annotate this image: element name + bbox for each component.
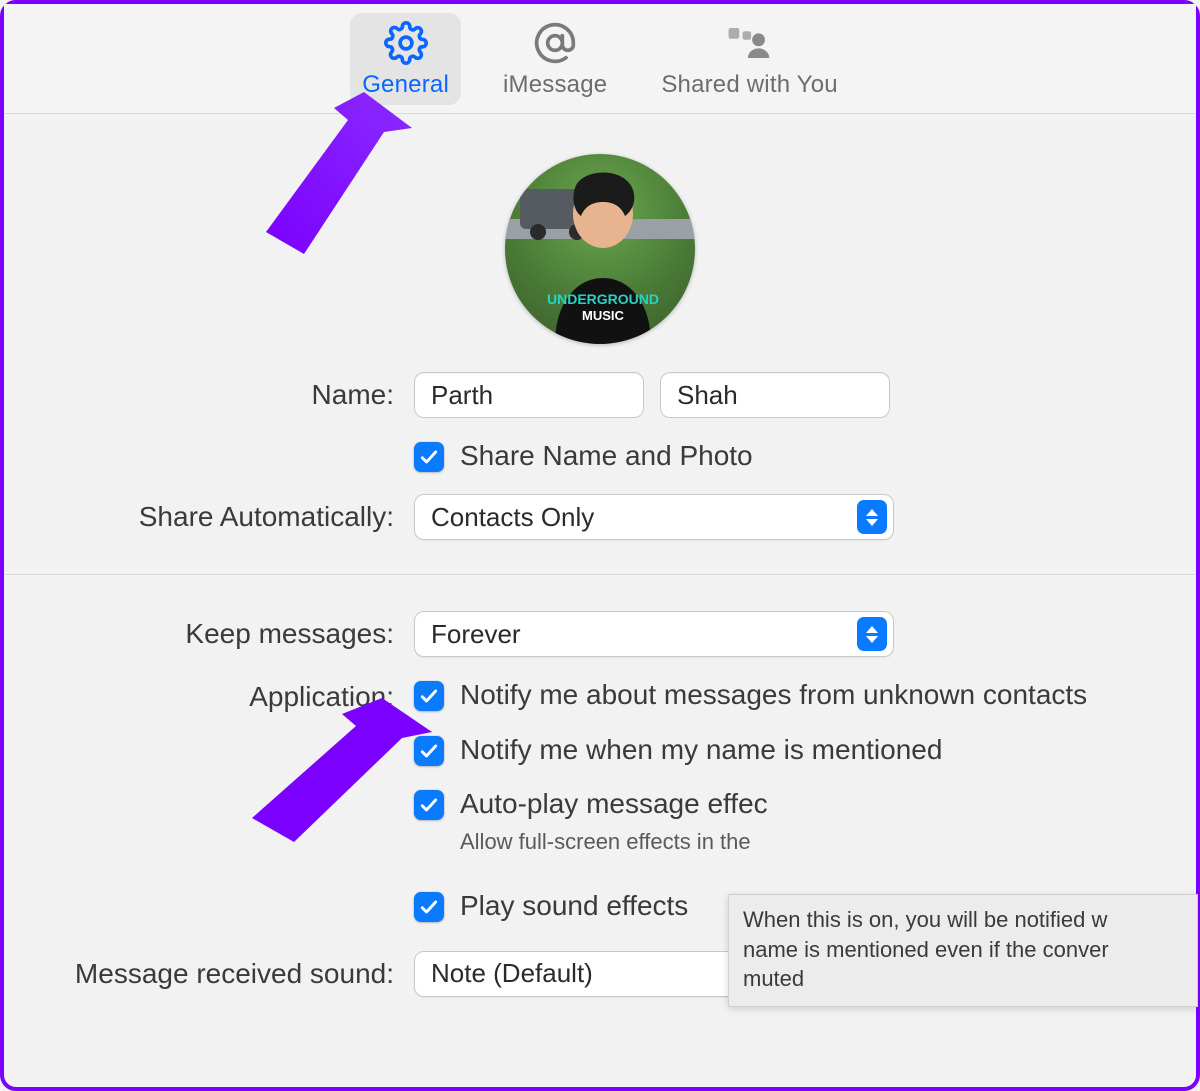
svg-text:UNDERGROUND: UNDERGROUND xyxy=(547,291,659,307)
tooltip-line3: muted xyxy=(743,964,1183,994)
section-divider xyxy=(4,574,1196,575)
tab-shared-with-you[interactable]: Shared with You xyxy=(649,13,849,105)
message-sound-label: Message received sound: xyxy=(14,958,394,990)
tab-shared-label: Shared with You xyxy=(661,71,837,99)
notify-unknown-checkbox[interactable] xyxy=(414,681,444,711)
notify-mention-row: Notify me when my name is mentioned xyxy=(414,732,1087,768)
keep-messages-label: Keep messages: xyxy=(14,618,394,650)
first-name-field[interactable] xyxy=(414,372,644,418)
message-sound-value: Note (Default) xyxy=(431,958,593,989)
notify-mention-checkbox[interactable] xyxy=(414,736,444,766)
notify-unknown-label: Notify me about messages from unknown co… xyxy=(460,677,1087,713)
name-row: Name: xyxy=(14,372,1186,418)
share-automatically-label: Share Automatically: xyxy=(14,501,394,533)
keep-messages-value: Forever xyxy=(431,619,521,650)
application-label: Application: xyxy=(14,677,394,713)
last-name-field[interactable] xyxy=(660,372,890,418)
keep-messages-select[interactable]: Forever xyxy=(414,611,894,657)
autoplay-effects-checkbox[interactable] xyxy=(414,790,444,820)
keep-messages-row: Keep messages: Forever xyxy=(14,611,1186,657)
share-automatically-row: Share Automatically: Contacts Only xyxy=(14,494,1186,540)
share-name-photo-label: Share Name and Photo xyxy=(460,438,753,474)
tab-general[interactable]: General xyxy=(350,13,461,105)
people-icon xyxy=(728,21,772,65)
mention-tooltip: When this is on, you will be notified w … xyxy=(728,894,1198,1007)
name-label: Name: xyxy=(14,379,394,411)
autoplay-effects-label: Auto-play message effec xyxy=(460,786,768,822)
tab-general-label: General xyxy=(362,71,449,99)
share-name-photo-checkbox[interactable] xyxy=(414,442,444,472)
preferences-toolbar: General iMessage Shared with You xyxy=(4,4,1196,114)
tooltip-line1: When this is on, you will be notified w xyxy=(743,905,1183,935)
notify-unknown-row: Notify me about messages from unknown co… xyxy=(414,677,1087,713)
at-icon xyxy=(533,21,577,65)
share-automatically-value: Contacts Only xyxy=(431,502,594,533)
notify-mention-label: Notify me when my name is mentioned xyxy=(460,732,942,768)
play-sound-effects-checkbox[interactable] xyxy=(414,892,444,922)
tab-imessage[interactable]: iMessage xyxy=(491,13,619,105)
svg-text:MUSIC: MUSIC xyxy=(582,308,625,323)
updown-icon xyxy=(857,500,887,534)
profile-avatar[interactable]: UNDERGROUND MUSIC xyxy=(505,154,695,344)
autoplay-effects-row: Auto-play message effec xyxy=(414,786,1087,822)
autoplay-effects-help: Allow full-screen effects in the xyxy=(460,827,1087,857)
share-automatically-select[interactable]: Contacts Only xyxy=(414,494,894,540)
share-name-photo-row: Share Name and Photo xyxy=(14,438,1186,474)
tab-imessage-label: iMessage xyxy=(503,71,607,99)
gear-icon xyxy=(384,21,428,65)
application-row: Application: Notify me about messages fr… xyxy=(14,677,1186,924)
play-sound-effects-label: Play sound effects xyxy=(460,888,688,924)
updown-icon xyxy=(857,617,887,651)
tooltip-line2: name is mentioned even if the conver xyxy=(743,935,1183,965)
